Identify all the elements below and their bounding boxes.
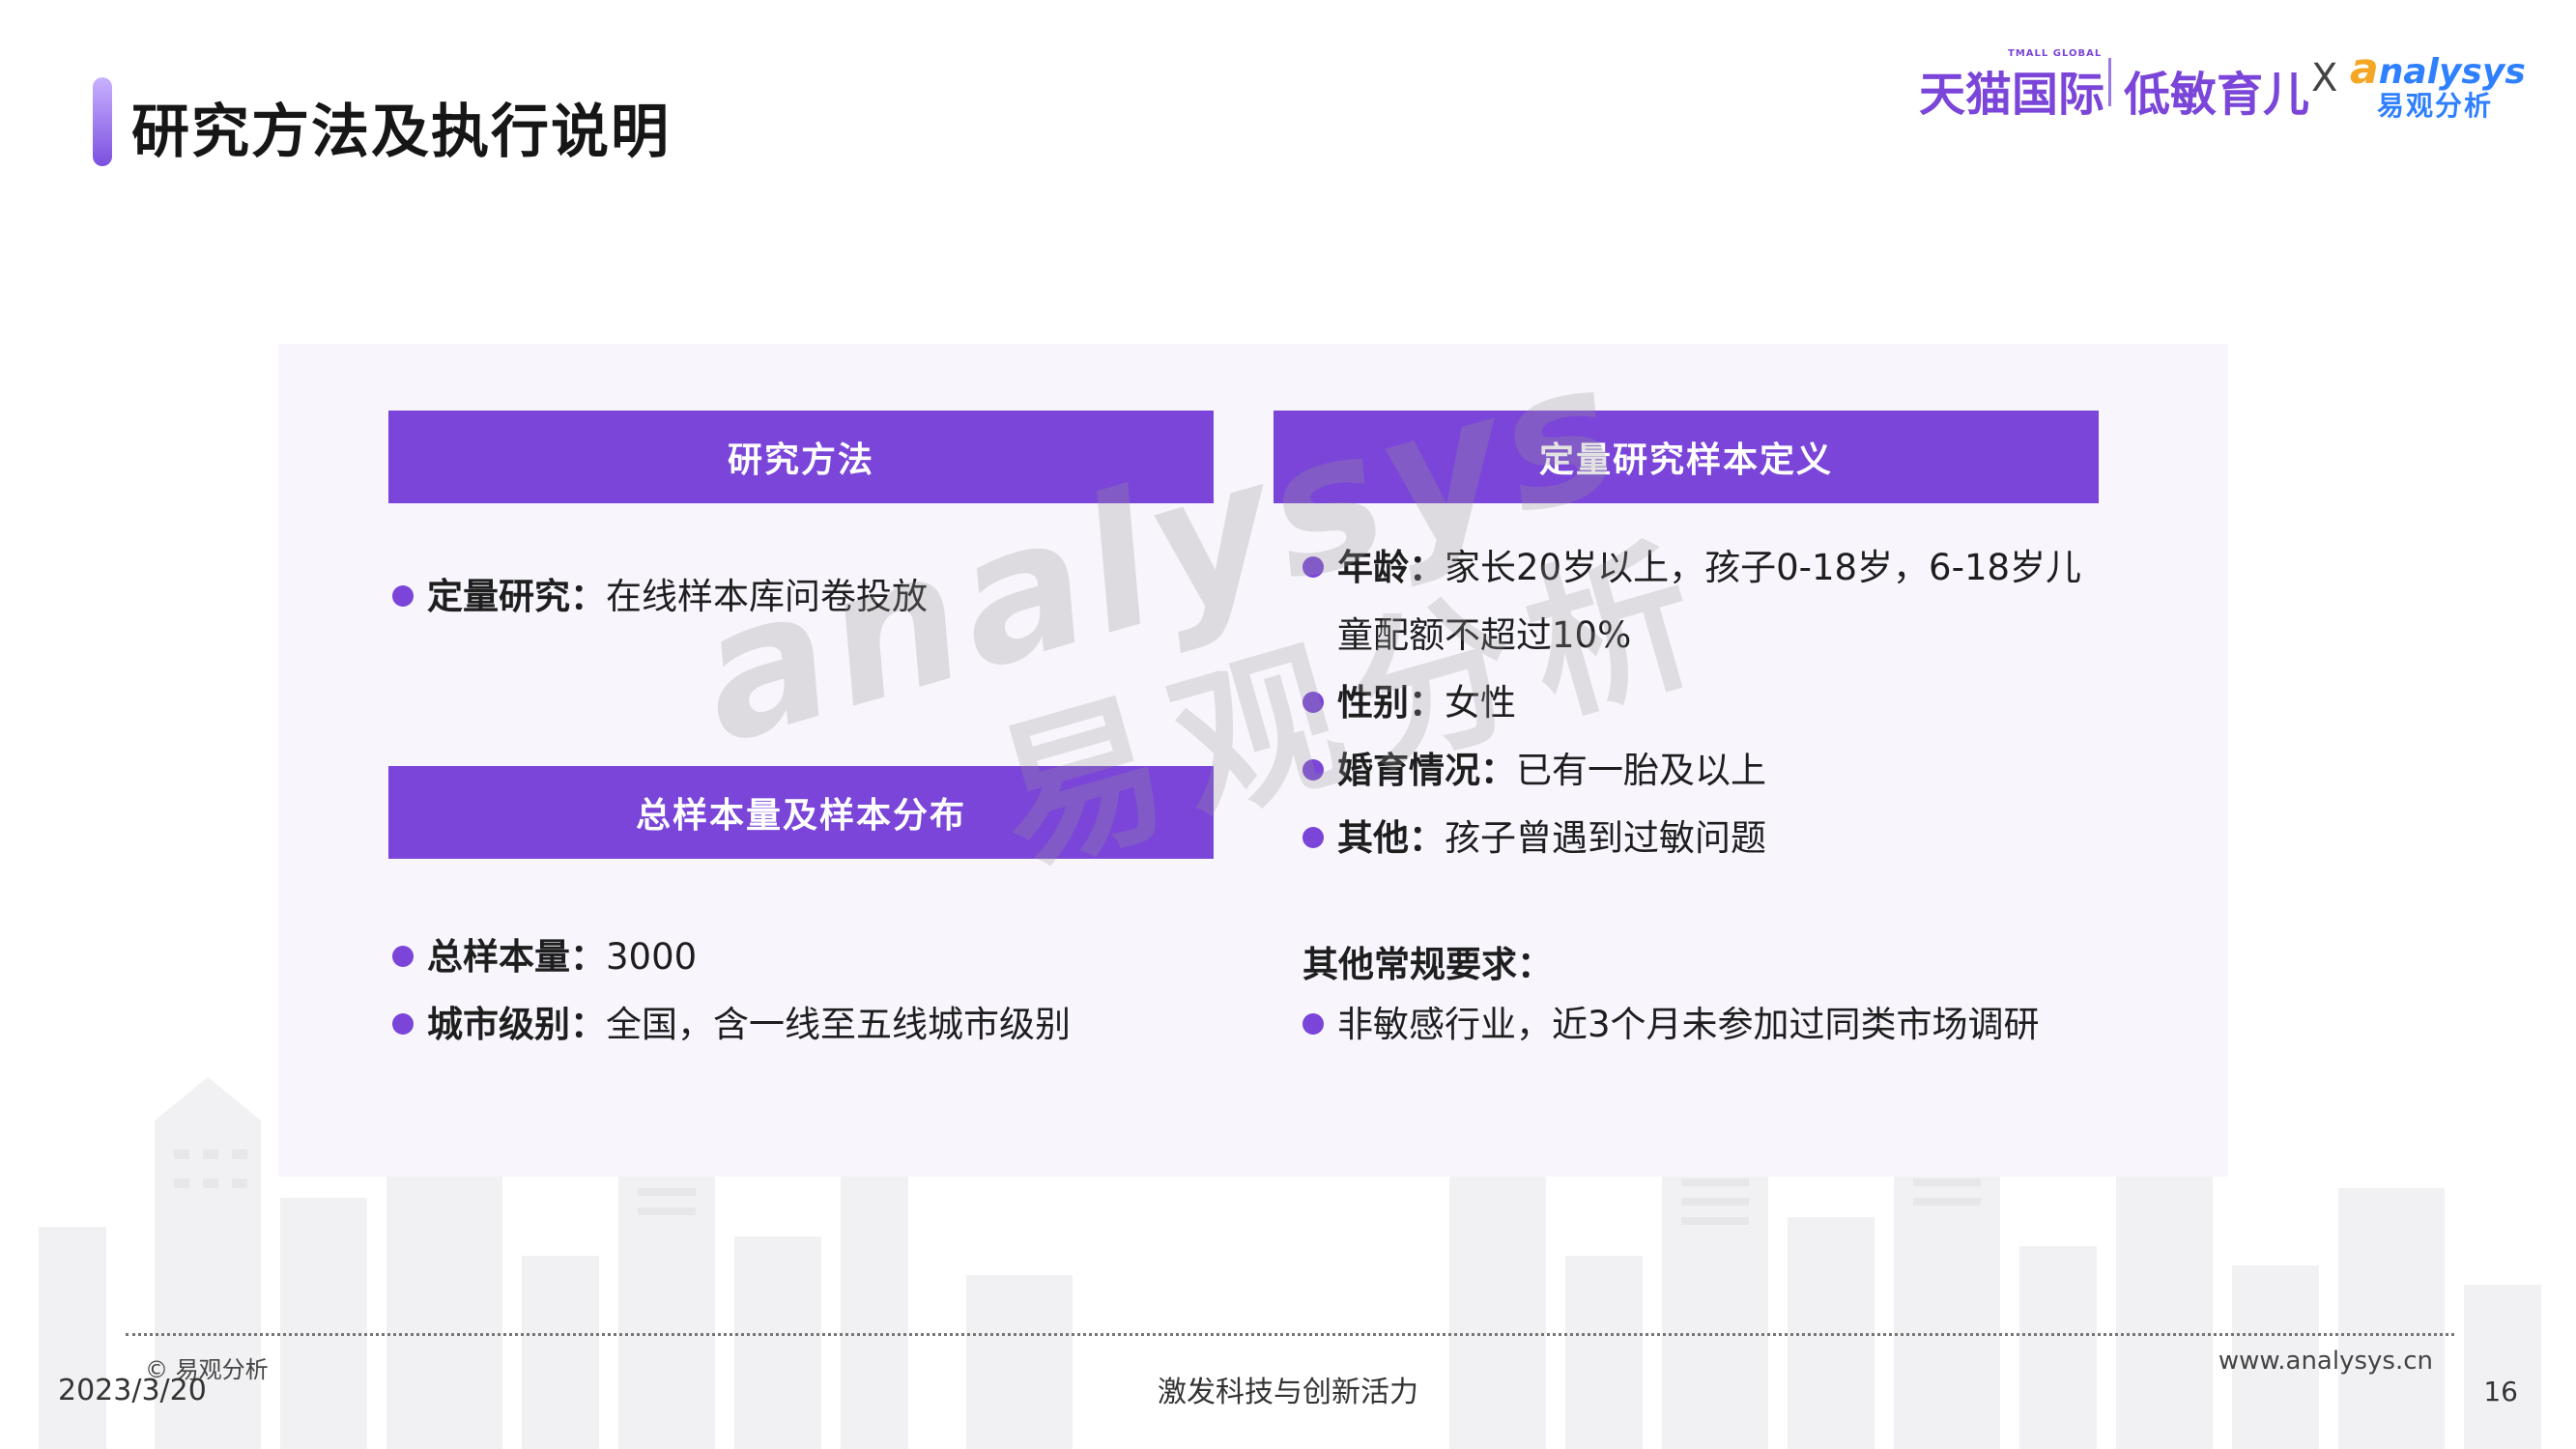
bullet-dot — [392, 585, 414, 607]
bullet-text: 3000 — [606, 936, 698, 978]
other-requirements-bullet: 非敏感行业，近3个月未参加过同类市场调研 — [1302, 1001, 2040, 1049]
marital-bullet: 婚育情况：已有一胎及以上 — [1302, 747, 1766, 795]
bullet-dot — [1302, 556, 1324, 578]
age-bullet-continuation: 童配额不超过10% — [1337, 614, 1632, 656]
sample-bullet-total: 总样本量：3000 — [392, 933, 697, 981]
sample-bullet-city: 城市级别：全国，含一线至五线城市级别 — [392, 1001, 1071, 1049]
slide: 研究方法及执行说明 TMALL GLOBAL 天猫国际 低敏育儿 X analy… — [0, 0, 2576, 1449]
bullet-text: 在线样本库问卷投放 — [606, 576, 928, 617]
analysys-logo-cn: 易观分析 — [2377, 90, 2494, 122]
bullet-key: 性别： — [1337, 682, 1445, 724]
footer-slogan: 激发科技与创新活力 — [1158, 1376, 1418, 1409]
logo-divider — [2108, 58, 2111, 106]
tmall-global-text: 天猫国际 — [1919, 68, 2105, 122]
bullet-text: 非敏感行业，近3个月未参加过同类市场调研 — [1337, 1004, 2040, 1045]
page-title: 研究方法及执行说明 — [131, 99, 671, 166]
other-bullet: 其他：孩子曾遇到过敏问题 — [1302, 814, 1766, 863]
footer-website: www.analysys.cn — [2218, 1347, 2433, 1376]
sample-size-header: 总样本量及样本分布 — [388, 766, 1214, 859]
footer-divider — [126, 1333, 2454, 1336]
title-accent-bar — [93, 77, 112, 166]
bullet-text: 孩子曾遇到过敏问题 — [1445, 817, 1766, 859]
bullet-text: 女性 — [1445, 682, 1516, 724]
tmall-global-logo: TMALL GLOBAL 天猫国际 — [1919, 48, 2105, 124]
gender-bullet: 性别：女性 — [1302, 679, 1516, 727]
low-allergy-logo: 低敏育儿 — [2124, 68, 2310, 122]
bullet-dot — [392, 946, 414, 967]
bullet-key: 定量研究： — [427, 576, 606, 617]
bullet-dot — [1302, 1013, 1324, 1035]
bullet-key: 其他： — [1337, 817, 1445, 859]
page-number: 16 — [2483, 1376, 2518, 1407]
bullet-text: 全国，含一线至五线城市级别 — [606, 1004, 1071, 1045]
bullet-key: 城市级别： — [427, 1004, 606, 1045]
bullet-dot — [392, 1013, 414, 1035]
bullet-dot — [1302, 759, 1324, 781]
analysys-logo-a: a — [2350, 44, 2379, 94]
age-bullet: 年龄：家长20岁以上，孩子0-18岁，6-18岁儿 — [1302, 544, 2081, 592]
tmall-global-small-text: TMALL GLOBAL — [2008, 48, 2103, 59]
bullet-dot — [1302, 827, 1324, 848]
bullet-key: 年龄： — [1337, 547, 1445, 588]
method-bullet: 定量研究：在线样本库问卷投放 — [392, 573, 928, 621]
bullet-key: 婚育情况： — [1337, 750, 1516, 791]
sample-definition-header: 定量研究样本定义 — [1274, 411, 2099, 503]
bullet-dot — [1302, 692, 1324, 713]
bullet-text: 已有一胎及以上 — [1516, 750, 1766, 791]
bullet-key: 总样本量： — [427, 936, 606, 978]
research-method-header: 研究方法 — [388, 411, 1214, 503]
bullet-text: 家长20岁以上，孩子0-18岁，6-18岁儿 — [1445, 547, 2082, 588]
logo-x-separator: X — [2311, 56, 2338, 100]
other-requirements-heading: 其他常规要求： — [1302, 944, 1553, 985]
